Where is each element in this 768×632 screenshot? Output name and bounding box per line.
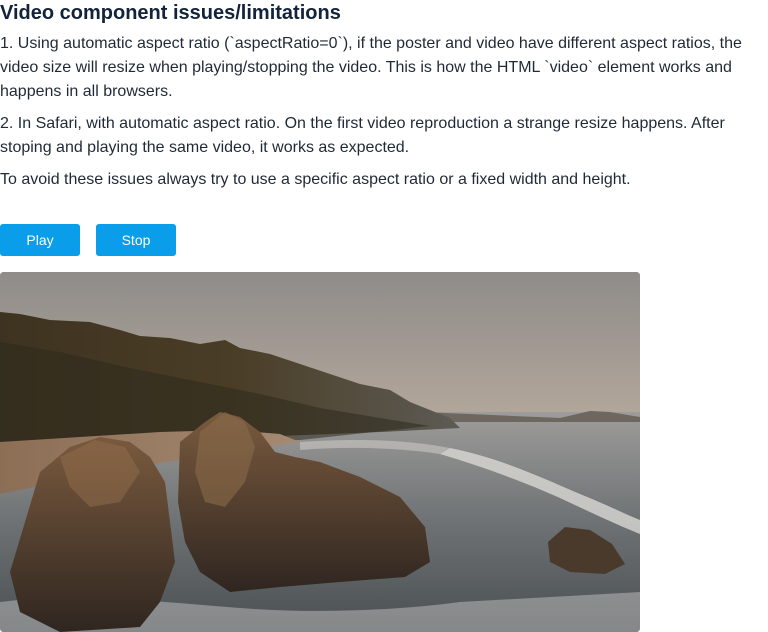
video-player[interactable]	[0, 272, 640, 632]
play-button[interactable]: Play	[0, 224, 80, 256]
page: Video component issues/limitations 1. Us…	[0, 0, 768, 632]
issue-paragraph-2: 2. In Safari, with automatic aspect rati…	[0, 115, 725, 156]
stop-button[interactable]: Stop	[96, 224, 176, 256]
page-title: Video component issues/limitations	[0, 2, 341, 24]
advice-paragraph: To avoid these issues always try to use …	[0, 171, 631, 188]
issue-paragraph-1: 1. Using automatic aspect ratio (`aspect…	[0, 35, 742, 100]
video-poster-image	[0, 272, 640, 632]
